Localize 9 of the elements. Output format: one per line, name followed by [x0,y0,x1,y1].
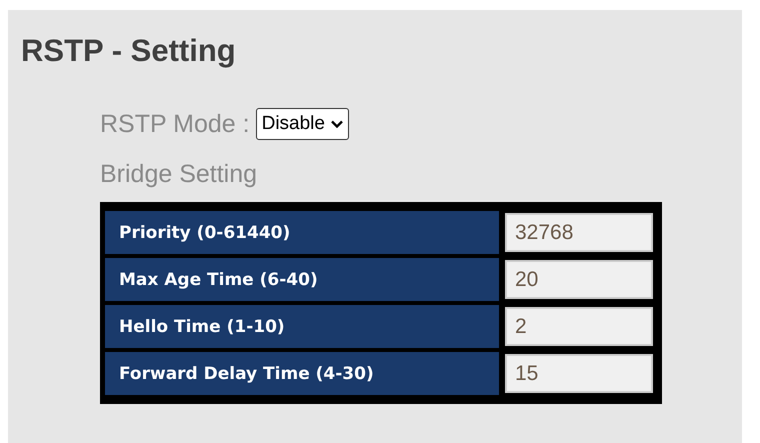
setting-field[interactable]: 20 [505,260,653,299]
section-heading: Bridge Setting [100,159,258,190]
page-title: RSTP - Setting [21,32,237,70]
caret-icon [330,120,343,128]
rstp-mode-label: RSTP Mode : [100,110,250,138]
setting-field[interactable]: 15 [505,354,653,393]
setting-field[interactable]: 2 [505,307,653,346]
setting-field[interactable]: 32768 [505,213,653,252]
rstp-mode-dropdown[interactable]: Disable [256,108,349,140]
